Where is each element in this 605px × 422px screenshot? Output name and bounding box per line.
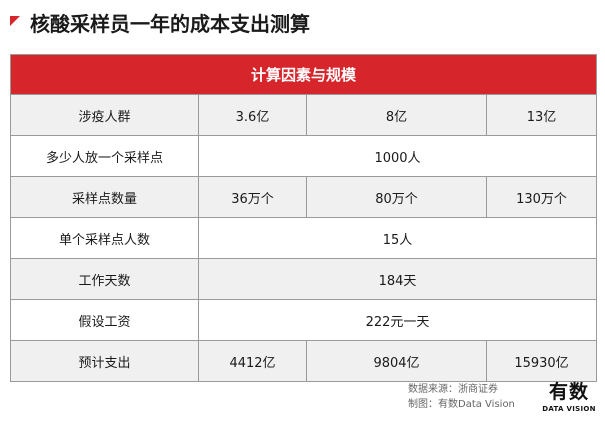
table-header: 计算因素与规模 bbox=[9, 54, 598, 95]
table-cell: 80万个 bbox=[306, 176, 487, 218]
chart-credit: 制图：有数Data Vision bbox=[408, 399, 515, 410]
title-marker-icon bbox=[10, 16, 20, 26]
row-label: 假设工资 bbox=[10, 299, 199, 341]
table-cell: 8亿 bbox=[306, 94, 487, 136]
table-cell: 4412亿 bbox=[198, 340, 307, 382]
cost-table: 计算因素与规模 涉疫人群 3.6亿 8亿 13亿 多少人放一个采样点 1000人… bbox=[9, 54, 598, 382]
page-title: 核酸采样员一年的成本支出测算 bbox=[30, 12, 310, 36]
row-label: 多少人放一个采样点 bbox=[10, 135, 199, 177]
table-row: 预计支出 4412亿 9804亿 15930亿 bbox=[10, 340, 598, 382]
table-cell: 3.6亿 bbox=[198, 94, 307, 136]
data-source: 数据来源：浙商证券 bbox=[408, 384, 498, 395]
row-label: 涉疫人群 bbox=[10, 94, 199, 136]
table-row: 假设工资 222元一天 bbox=[10, 299, 598, 341]
table-row: 采样点数量 36万个 80万个 130万个 bbox=[10, 176, 598, 218]
table-cell: 15930亿 bbox=[485, 340, 598, 382]
footer-notes: 数据来源：浙商证券 制图：有数Data Vision bbox=[408, 382, 536, 412]
table-cell-merged: 222元一天 bbox=[197, 299, 598, 341]
table-cell: 130万个 bbox=[485, 176, 598, 218]
table-header-row: 计算因素与规模 bbox=[9, 54, 598, 95]
table-cell-merged: 184天 bbox=[197, 258, 598, 300]
cost-table-container: 计算因素与规模 涉疫人群 3.6亿 8亿 13亿 多少人放一个采样点 1000人… bbox=[9, 54, 598, 382]
table-row: 工作天数 184天 bbox=[10, 258, 598, 300]
row-label: 单个采样点人数 bbox=[10, 217, 199, 259]
row-label: 采样点数量 bbox=[10, 176, 199, 218]
row-label: 预计支出 bbox=[10, 340, 199, 382]
table-row: 多少人放一个采样点 1000人 bbox=[10, 135, 598, 177]
table-cell-merged: 15人 bbox=[197, 217, 598, 259]
table-row: 单个采样点人数 15人 bbox=[10, 217, 598, 259]
table-cell: 9804亿 bbox=[306, 340, 487, 382]
logo-cn-text: 有数 bbox=[548, 381, 589, 403]
brand-logo: 有数 DATA VISION bbox=[542, 380, 596, 418]
table-row: 涉疫人群 3.6亿 8亿 13亿 bbox=[10, 94, 598, 136]
table-cell: 13亿 bbox=[485, 94, 598, 136]
logo-en-text: DATA VISION bbox=[542, 405, 596, 413]
row-label: 工作天数 bbox=[10, 258, 199, 300]
table-cell-merged: 1000人 bbox=[197, 135, 598, 177]
table-cell: 36万个 bbox=[198, 176, 307, 218]
